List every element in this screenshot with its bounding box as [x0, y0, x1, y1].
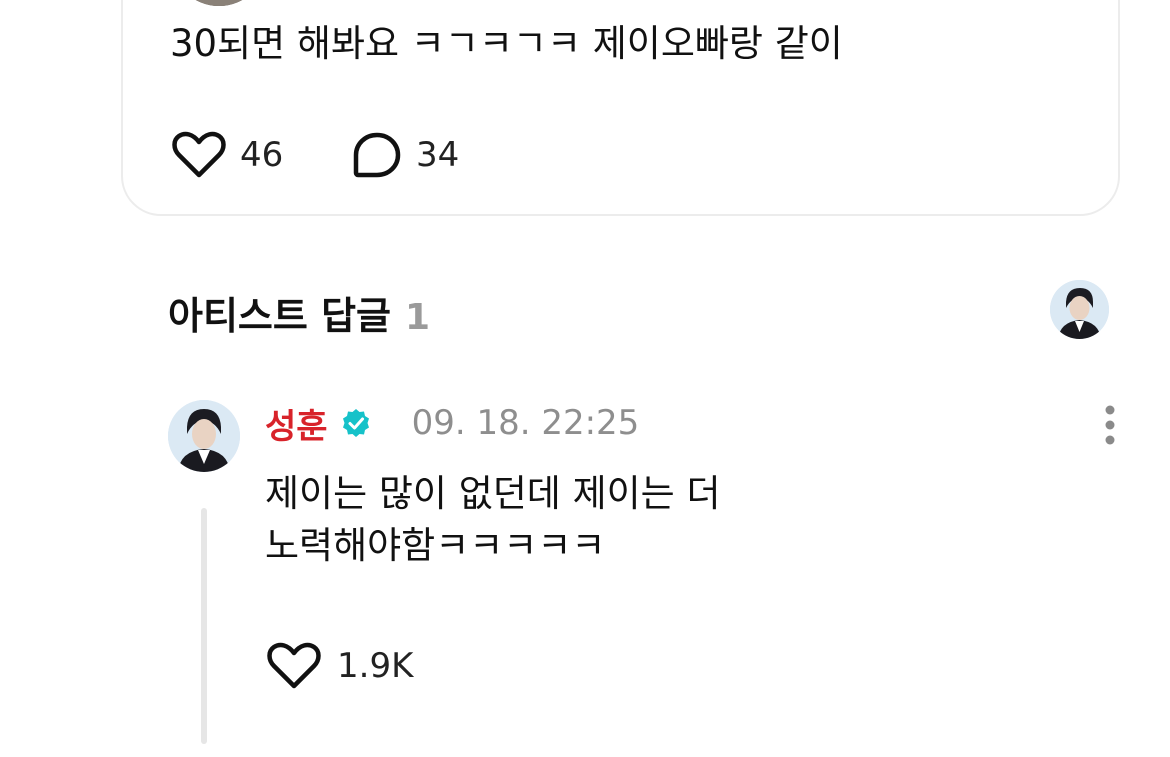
- verified-badge-icon: [342, 409, 369, 437]
- reply-text-line-2: 노력해야함ㅋㅋㅋㅋㅋ: [265, 524, 606, 567]
- artist-replies-header: 아티스트 답글 1: [168, 285, 430, 340]
- artist-avatar-photo: [1050, 280, 1109, 339]
- heart-outline-icon: [267, 642, 321, 689]
- post-like-count: 46: [240, 135, 284, 175]
- artist-replies-title: 아티스트 답글: [168, 294, 391, 338]
- post-text: 30되면 해봐요 ㅋㄱㅋㄱㅋ 제이오빠랑 같이: [170, 22, 843, 65]
- speech-bubble-icon: [353, 132, 401, 178]
- heart-outline-icon: [172, 131, 226, 178]
- post-like-button[interactable]: 46: [172, 131, 283, 179]
- reply-text-line-1: 제이는 많이 없던데 제이는 더: [265, 472, 721, 515]
- post-reply-button[interactable]: 34: [352, 131, 459, 179]
- more-vertical-icon[interactable]: [1098, 404, 1122, 446]
- reply-author-name[interactable]: 성훈: [265, 399, 328, 448]
- post-author-avatar[interactable]: [171, 0, 267, 6]
- reply-author-avatar[interactable]: [168, 400, 240, 472]
- thread-line: [201, 508, 207, 744]
- avatar-photo: [191, 0, 247, 6]
- reply-timestamp: 09. 18. 22:25: [411, 403, 640, 443]
- post-reply-count: 34: [416, 135, 460, 175]
- reply-like-count: 1.9K: [337, 646, 414, 686]
- artist-replies-count: 1: [405, 297, 431, 338]
- artist-avatar-small[interactable]: [1050, 280, 1109, 339]
- reply-meta: 성훈 09. 18. 22:25: [265, 399, 640, 448]
- reply-text: 제이는 많이 없던데 제이는 더 노력해야함ㅋㅋㅋㅋㅋ: [265, 468, 1025, 572]
- reply-like-button[interactable]: 1.9K: [267, 642, 413, 690]
- artist-avatar-photo: [168, 400, 240, 472]
